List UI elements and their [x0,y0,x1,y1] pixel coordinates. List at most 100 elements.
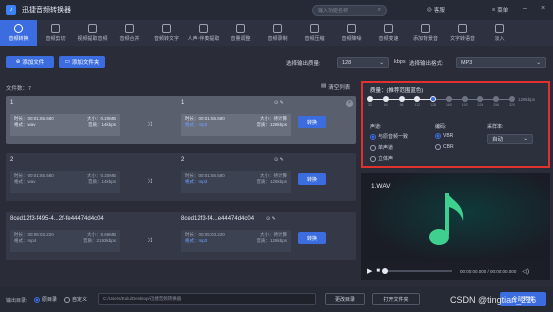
edit-icons[interactable]: ⊙ ✎ [274,100,284,106]
radio-custom-dir[interactable]: 自定义 [64,296,87,303]
title-bar: ♪ 迅捷音频转换器 ⌕ ◎ 客服 ≡ 菜单 – × [0,0,553,20]
customer-service-button[interactable]: ◎ 客服 [427,5,445,15]
quality-tick[interactable] [398,96,405,102]
tool-icon [458,24,467,33]
customer-service-label: 客服 [433,8,445,14]
radio-original-dir[interactable]: 原目录 [34,296,57,303]
file-card[interactable]: 2 2 ⊙ ✎ 时长：00:01:55.580 大小：0.20MB 格式：wav 音… [6,153,356,201]
close-icon[interactable]: × [538,4,548,14]
radio-original-label: 原目录 [42,297,58,303]
quality-tick-label: 32 [368,103,372,107]
convert-button[interactable]: 转换 [298,116,326,128]
watermark-text: CSDN @tingtian_216 [450,295,537,305]
tool-icon [14,24,23,33]
change-dir-button[interactable]: 更改目录 [325,293,365,305]
quality-tick-label: 160 [445,103,452,107]
player-bar: ▶ ■ 00:00:00.000 / 00:00:00.000 ◁) [361,262,550,280]
channel-option[interactable]: 与原音频一致 [370,133,408,140]
edit-icons[interactable]: ⊙ ✎ [266,216,276,222]
tool-icon [236,24,245,33]
tool-icon [495,24,504,33]
format-link[interactable]: 格式：mp3 [185,122,207,128]
tool-icon [347,24,356,33]
tool-label: 音频变速 [378,36,399,42]
tool-6[interactable]: 音量调整 [222,20,259,46]
quality-tick[interactable] [493,96,500,102]
radio-indicator [435,144,441,150]
search-box[interactable]: ⌕ [312,5,387,16]
tool-label: 音频转换 [8,36,29,42]
samplerate-select[interactable]: 自动 ⌄ [487,134,533,144]
format-link[interactable]: 格式：mp3 [185,238,207,244]
tool-11[interactable]: 添加背景音 [407,20,444,46]
encoding-option[interactable]: CBR [435,144,454,150]
tool-1[interactable]: 音频剪切 [37,20,74,46]
tool-10[interactable]: 音频变速 [370,20,407,46]
encoding-option[interactable]: VBR [435,133,453,139]
trash-icon: ▤ [321,83,327,89]
add-file-button[interactable]: ⊕ 添加文件 [6,56,54,68]
quality-tick[interactable] [477,96,484,102]
output-info: 时长：00:05:03.220 大小：待计算 格式：mp3 音质：128kbps [181,230,291,252]
feature-toolbar: 音频转换 音频剪切 视频提取音频 音频合并 音频转文字 人声-伴奏提取 音量调整 音频录制 音频… [0,20,553,46]
add-folder-button[interactable]: ▭ 添加文件夹 [59,56,105,68]
menu-button[interactable]: ≡ 菜单 [492,5,508,15]
edit-icons[interactable]: ⊙ ✎ [274,157,284,163]
output-info: 时长：00:01:55.580 大小：待计算 格式：mp3 音质：128kbps [181,171,291,193]
channel-option[interactable]: 立体声 [370,155,393,162]
tool-0[interactable]: 音频转换 [0,20,37,46]
output-path-field[interactable]: C:/Users/Eulu/Desktop/迅捷音频转换器 [98,293,316,305]
tool-9[interactable]: 音频降噪 [333,20,370,46]
output-file-name: 8ced12f3-f4...e44474d4c04 [181,216,255,222]
bitrate: 音质：128kbps [256,122,287,127]
tool-12[interactable]: 文字转语音 [444,20,481,46]
tool-5[interactable]: 人声-伴奏提取 [185,20,222,46]
tool-8[interactable]: 音频压缩 [296,20,333,46]
open-folder-button[interactable]: 打开文件夹 [372,293,420,305]
tool-2[interactable]: 视频提取音频 [74,20,111,46]
output-file-name: 2 [181,157,185,163]
bitrate: 音质：14kbps [87,122,116,127]
tool-4[interactable]: 音频转文字 [148,20,185,46]
play-icon[interactable]: ▶ [367,267,372,275]
quality-select[interactable]: 128 ⌄ [337,57,389,68]
quality-tick[interactable] [414,96,421,102]
search-input[interactable] [318,7,378,14]
quality-tick[interactable] [509,96,515,102]
preview-filename: 1.WAV [371,183,391,190]
quality-tick[interactable] [430,96,437,102]
quality-tick[interactable] [445,96,452,102]
clear-list-button[interactable]: ▤ 清空列表 [321,83,350,91]
format: 格式：mp4 [14,238,37,243]
channel-option[interactable]: 单声道 [370,144,393,151]
headset-icon: ◎ [427,7,432,13]
quality-tick-label: 64 [383,103,388,107]
convert-button[interactable]: 转换 [298,232,326,244]
tool-3[interactable]: 音频合并 [111,20,148,46]
volume-icon[interactable]: ◁) [522,268,529,275]
channel-option-label: 单声道 [378,145,394,151]
tool-label: 音频合并 [119,36,140,42]
minimize-icon[interactable]: – [520,4,530,14]
file-card[interactable]: 1 1 ⊙ ✎ 时长：00:01:55.580 大小：0.20MB 格式：wav 音… [6,96,356,144]
stop-icon[interactable]: ■ [376,268,380,274]
quality-readout: 128kbps [518,97,536,102]
format-link[interactable]: 格式：mp3 [185,179,207,185]
search-icon[interactable]: ⌕ [378,7,381,14]
quality-tick[interactable] [382,96,389,102]
quality-tick-label: 224 [477,103,484,107]
progress-bar[interactable] [382,268,453,274]
chevron-down-icon: ⌄ [379,59,384,66]
tool-7[interactable]: 音频录制 [259,20,296,46]
quality-tick-label: 128 [430,103,437,107]
file-card[interactable]: 8ced12f3-f495-4...2f-fe44474d4c04 8ced12… [6,212,356,260]
convert-button[interactable]: 转换 [298,173,326,185]
quality-tick[interactable] [461,96,468,102]
remove-file-icon[interactable]: × [346,100,353,107]
bitrate: 音质：14kbps [87,179,116,184]
format-select[interactable]: MP3 ⌄ [456,57,546,68]
tool-13[interactable]: 淡入 [481,20,518,46]
progress-knob[interactable] [382,268,389,274]
quality-tick[interactable] [367,96,373,102]
output-file-name: 1 [181,100,185,106]
